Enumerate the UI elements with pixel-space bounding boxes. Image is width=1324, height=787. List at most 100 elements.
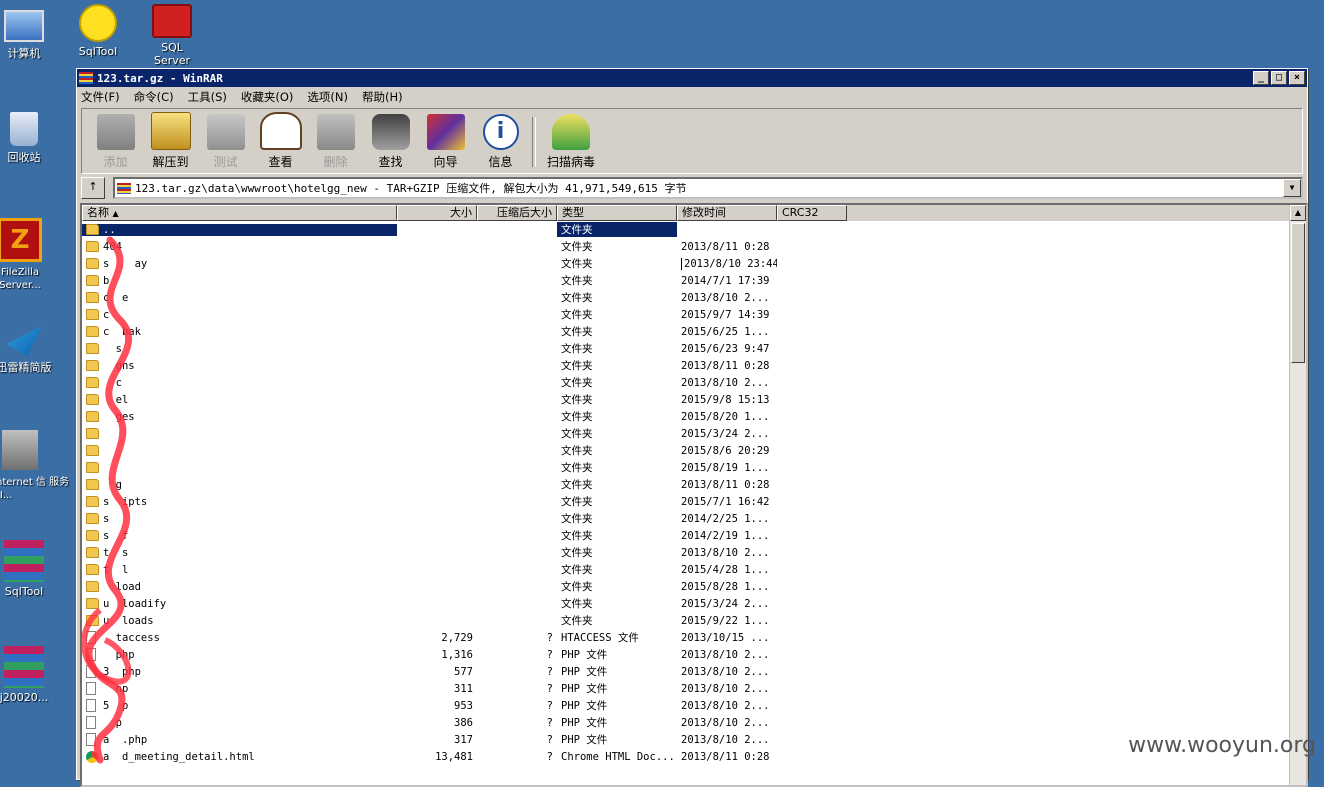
title-bar[interactable]: 123.tar.gz - WinRAR _ □ × [77, 69, 1307, 87]
file-row[interactable]: a .php 317? PHP 文件 2013/8/10 2... [82, 731, 1306, 748]
iis-icon [2, 430, 38, 470]
cell-name: load [82, 581, 397, 593]
file-row[interactable]: 3 php 577? PHP 文件 2013/8/10 2... [82, 663, 1306, 680]
desktop-icon-sqltool-rar[interactable]: SqlTool [0, 540, 54, 598]
file-row[interactable]: php 1,316? PHP 文件 2013/8/10 2... [82, 646, 1306, 663]
folder-row[interactable]: c 文件夹 2015/9/7 14:39 [82, 306, 1306, 323]
vertical-scrollbar[interactable]: ▲ [1289, 205, 1306, 785]
column-packed[interactable]: 压缩后大小 [477, 205, 557, 221]
folder-row[interactable]: s 文件夹 2014/2/25 1... [82, 510, 1306, 527]
column-type[interactable]: 类型 [557, 205, 677, 221]
cell-size-text: 317 [454, 733, 473, 746]
column-crc[interactable]: CRC32 [777, 205, 847, 221]
folder-icon [86, 360, 99, 371]
find-button[interactable]: 查找 [363, 112, 418, 173]
menu-options[interactable]: 选项(N) [307, 89, 348, 105]
info-icon: i [482, 114, 519, 150]
folder-row[interactable]: 404 文件夹 2013/8/11 0:28 [82, 238, 1306, 255]
folder-row[interactable]: s 文件夹 2015/6/23 9:47 [82, 340, 1306, 357]
file-row[interactable]: taccess 2,729? HTACCESS 文件 2013/10/15 ... [82, 629, 1306, 646]
file-icon [86, 716, 96, 729]
folder-icon [86, 496, 99, 507]
folder-row[interactable]: s ipts 文件夹 2015/7/1 16:42 [82, 493, 1306, 510]
folder-row[interactable]: .. 文件夹 [82, 221, 1306, 238]
cell-size: 386 [397, 717, 477, 729]
folder-row[interactable]: 文件夹 2015/8/6 20:29 [82, 442, 1306, 459]
desktop-icon-sql-server[interactable]: SQL Server [142, 4, 202, 67]
column-modified[interactable]: 修改时间 [677, 205, 777, 221]
cell-type: 文件夹 [557, 239, 677, 254]
desktop-icon-filezilla[interactable]: Z FileZilla Server... [0, 218, 50, 291]
cell-modified: 2014/2/25 1... [677, 513, 777, 525]
desktop-icon-iis[interactable]: nternet 信 服务 (I... [0, 430, 76, 501]
scroll-thumb[interactable] [1291, 223, 1305, 363]
cell-type: 文件夹 [557, 613, 677, 628]
cell-size-text: 311 [454, 682, 473, 695]
add-button[interactable]: 添加 [88, 112, 143, 173]
scroll-up-icon[interactable]: ▲ [1290, 205, 1306, 221]
folder-row[interactable]: gns 文件夹 2013/8/11 0:28 [82, 357, 1306, 374]
test-button[interactable]: 测试 [198, 112, 253, 173]
cell-modified-text: 2015/3/24 2... [681, 597, 770, 610]
path-dropdown-icon[interactable]: ▼ [1283, 179, 1301, 197]
menu-favorites[interactable]: 收藏夹(O) [241, 89, 294, 105]
minimize-button[interactable]: _ [1253, 71, 1269, 85]
folder-row[interactable]: ges 文件夹 2015/8/20 1... [82, 408, 1306, 425]
wizard-button[interactable]: 向导 [418, 112, 473, 173]
menu-file[interactable]: 文件(F) [81, 89, 120, 105]
delete-button[interactable]: 删除 [308, 112, 363, 173]
extract-to-button[interactable]: 解压到 [143, 112, 198, 173]
up-folder-button[interactable]: ↑ [81, 177, 105, 199]
menu-commands[interactable]: 命令(C) [134, 89, 174, 105]
file-name: s ipts [103, 495, 148, 508]
cell-modified: 2015/6/25 1... [677, 326, 777, 338]
file-row[interactable]: hp 311? PHP 文件 2013/8/10 2... [82, 680, 1306, 697]
folder-row[interactable]: b 文件夹 2014/7/1 17:39 [82, 272, 1306, 289]
maximize-button[interactable]: □ [1271, 71, 1287, 85]
info-button[interactable]: i 信息 [473, 112, 528, 173]
folder-row[interactable]: 文件夹 2015/3/24 2... [82, 425, 1306, 442]
folder-icon [86, 479, 99, 490]
cell-modified: 2013/8/10 2... [677, 377, 777, 389]
desktop-icon-recycle-bin[interactable]: 回收站 [0, 112, 54, 165]
folder-row[interactable]: 文件夹 2015/8/19 1... [82, 459, 1306, 476]
folder-row[interactable]: u loads 文件夹 2015/9/22 1... [82, 612, 1306, 629]
desktop-icon-computer[interactable]: 计算机 [0, 6, 54, 61]
folder-row[interactable]: load 文件夹 2015/8/28 1... [82, 578, 1306, 595]
column-size[interactable]: 大小 [397, 205, 477, 221]
folder-row[interactable]: t l 文件夹 2015/4/28 1... [82, 561, 1306, 578]
close-button[interactable]: × [1289, 71, 1305, 85]
cell-size: 13,481 [397, 751, 477, 763]
menu-tools[interactable]: 工具(S) [188, 89, 227, 105]
path-text: 123.tar.gz\data\wwwroot\hotelgg_new - TA… [135, 182, 687, 195]
folder-row[interactable]: u loadify 文件夹 2015/3/24 2... [82, 595, 1306, 612]
folder-row[interactable]: c 文件夹 2013/8/10 2... [82, 374, 1306, 391]
file-row[interactable]: a d_meeting_detail.html 13,481? Chrome HTM… [82, 748, 1306, 765]
cell-type-text: 文件夹 [561, 428, 593, 440]
cell-packed: ? [477, 717, 557, 729]
file-name: p [103, 716, 122, 729]
column-name[interactable]: 名称 ▲ [82, 205, 397, 221]
cell-type-text: 文件夹 [561, 479, 593, 491]
folder-row[interactable]: c e 文件夹 2013/8/10 2... [82, 289, 1306, 306]
desktop-icon-sqltool[interactable]: SqlTool [68, 4, 128, 58]
folder-row[interactable]: c bak 文件夹 2015/6/25 1... [82, 323, 1306, 340]
cell-modified: 2013/8/11 0:28 [677, 241, 777, 253]
path-field[interactable]: 123.tar.gz\data\wwwroot\hotelgg_new - TA… [113, 177, 1303, 199]
desktop-icon-j20020[interactable]: j20020... [0, 646, 54, 704]
cell-packed-text: ? [546, 699, 553, 712]
cell-type: 文件夹 [557, 562, 677, 577]
desktop-icon-thunder[interactable]: 迅雷精简版 [0, 326, 54, 375]
folder-icon [86, 428, 99, 439]
view-button[interactable]: 查看 [253, 112, 308, 173]
folder-row[interactable]: t s 文件夹 2013/8/10 2... [82, 544, 1306, 561]
cell-type: 文件夹 [557, 409, 677, 424]
virus-scan-button[interactable]: 扫描病毒 [540, 112, 602, 173]
folder-row[interactable]: el 文件夹 2015/9/8 15:13 [82, 391, 1306, 408]
menu-help[interactable]: 帮助(H) [362, 89, 403, 105]
folder-row[interactable]: s f 文件夹 2014/2/19 1... [82, 527, 1306, 544]
file-row[interactable]: p 386? PHP 文件 2013/8/10 2... [82, 714, 1306, 731]
file-row[interactable]: 5 p 953? PHP 文件 2013/8/10 2... [82, 697, 1306, 714]
folder-row[interactable]: s ay 文件夹 2013/8/10 23:44 [82, 255, 1306, 272]
folder-row[interactable]: g 文件夹 2013/8/11 0:28 [82, 476, 1306, 493]
